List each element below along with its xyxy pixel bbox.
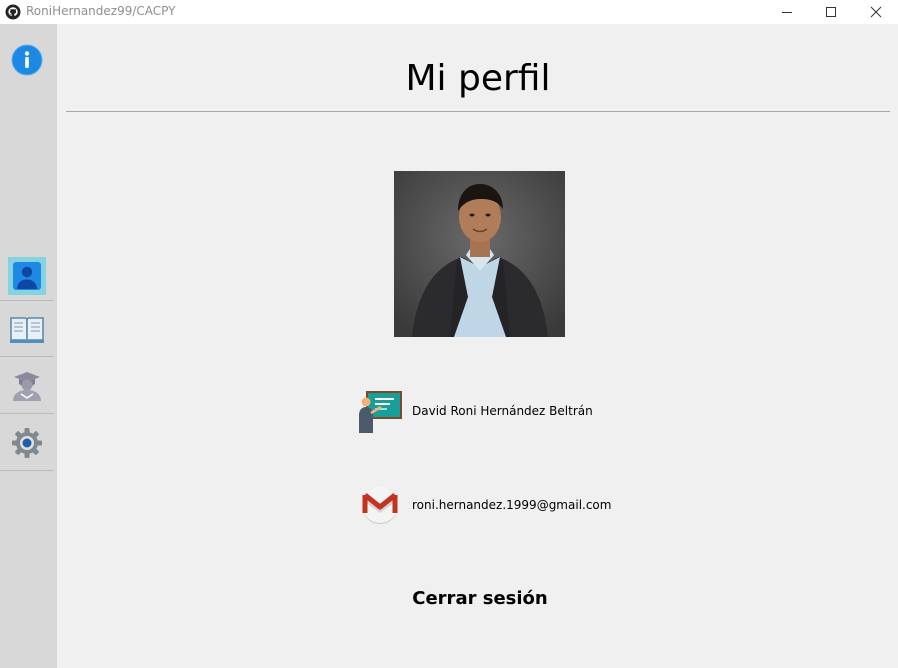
gmail-icon xyxy=(362,487,398,524)
gear-icon xyxy=(12,427,42,458)
user-name-row: David Roni Hernández Beltrán xyxy=(357,389,593,433)
close-icon xyxy=(870,6,882,18)
info-button[interactable] xyxy=(11,44,43,76)
maximize-icon xyxy=(826,7,836,17)
sidebar xyxy=(0,24,57,668)
user-email-row: roni.hernandez.1999@gmail.com xyxy=(360,482,611,528)
window-title: RoniHernandez99/CACPY xyxy=(26,4,176,18)
user-name: David Roni Hernández Beltrán xyxy=(412,404,593,418)
sidebar-item-settings[interactable] xyxy=(0,415,54,471)
info-icon xyxy=(11,44,43,76)
close-button[interactable] xyxy=(853,0,898,24)
graduate-icon xyxy=(13,371,41,401)
page-title: Mi perfil xyxy=(405,58,551,99)
window-titlebar: RoniHernandez99/CACPY xyxy=(0,0,898,24)
user-email: roni.hernandez.1999@gmail.com xyxy=(412,498,612,512)
sidebar-item-courses[interactable] xyxy=(0,301,54,357)
profile-photo xyxy=(394,171,565,337)
user-icon xyxy=(13,262,41,290)
github-icon xyxy=(5,4,21,20)
teacher-icon xyxy=(359,391,402,433)
book-icon xyxy=(10,316,44,343)
maximize-button[interactable] xyxy=(808,0,854,24)
title-divider xyxy=(66,111,890,112)
sidebar-item-students[interactable] xyxy=(0,358,54,414)
logout-button[interactable]: Cerrar sesión xyxy=(380,587,580,611)
minimize-icon xyxy=(782,12,792,13)
sidebar-item-profile[interactable] xyxy=(0,252,54,301)
minimize-button[interactable] xyxy=(764,0,810,24)
